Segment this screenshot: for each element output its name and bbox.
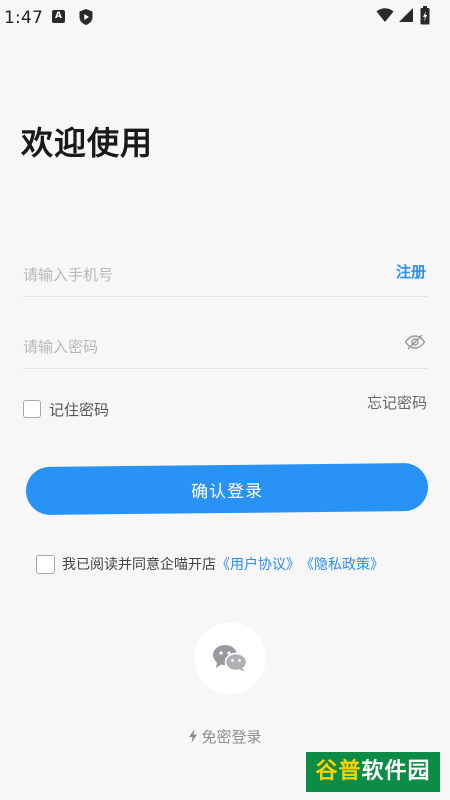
watermark-text: 谷普软件园	[306, 752, 440, 792]
wechat-login-button[interactable]	[194, 622, 266, 694]
phone-input[interactable]	[23, 260, 353, 290]
status-right-icons	[376, 6, 438, 25]
remember-password-checkbox[interactable]: 记住密码	[23, 398, 109, 420]
wifi-icon	[376, 8, 394, 22]
privacy-policy-link[interactable]: 《隐私政策》	[300, 554, 384, 574]
agreement-row: 我已阅读并同意企喵开店 《用户协议》 《隐私政策》	[36, 553, 426, 575]
user-agreement-link[interactable]: 《用户协议》	[216, 554, 300, 574]
quick-login-link[interactable]: 免密登录	[0, 726, 450, 747]
eye-off-icon[interactable]	[404, 333, 426, 351]
phone-field: 注册	[23, 252, 427, 297]
wechat-icon	[213, 645, 248, 672]
watermark-part1: 谷普	[315, 759, 362, 784]
bolt-icon	[189, 729, 198, 743]
page-title: 欢迎使用	[21, 124, 154, 162]
login-screen: 1:47 A 欢迎使用 注册	[0, 0, 450, 800]
status-time: 1:47	[4, 8, 43, 28]
agreement-text: 我已阅读并同意企喵开店	[62, 557, 216, 573]
quick-login-label: 免密登录	[201, 728, 262, 746]
battery-icon	[420, 6, 430, 25]
confirm-login-button[interactable]: 确认登录	[25, 462, 429, 516]
password-input[interactable]	[23, 332, 353, 362]
remember-checkbox-box[interactable]	[23, 400, 41, 418]
a-notification-icon: A	[52, 10, 65, 23]
watermark-logo: 谷普软件园	[306, 752, 440, 792]
shield-icon	[79, 9, 93, 25]
remember-password-label: 记住密码	[49, 400, 110, 419]
password-field	[23, 324, 427, 369]
register-link[interactable]: 注册	[396, 261, 426, 282]
status-bar: 1:47 A	[0, 0, 450, 36]
agreement-checkbox[interactable]	[36, 554, 55, 574]
forgot-password-link[interactable]: 忘记密码	[367, 392, 427, 413]
signal-icon	[399, 8, 413, 22]
watermark-part2: 软件园	[361, 759, 431, 784]
